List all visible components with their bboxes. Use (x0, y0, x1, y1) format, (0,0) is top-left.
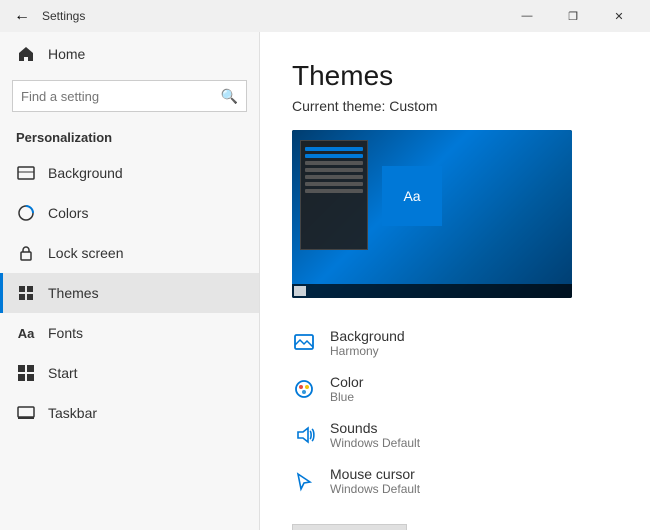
background-setting-label: Background (330, 328, 405, 344)
sidebar-label-themes: Themes (48, 285, 99, 301)
theme-preview: Aa (292, 130, 572, 298)
preview-bar-1 (305, 147, 363, 151)
preview-bar-7 (305, 189, 363, 193)
search-input[interactable] (21, 89, 215, 104)
sidebar-item-fonts[interactable]: Aa Fonts (0, 313, 259, 353)
color-setting-icon (292, 377, 316, 401)
sidebar-item-themes[interactable]: Themes (0, 273, 259, 313)
back-icon: ← (14, 7, 30, 25)
mousecursor-setting-icon (292, 469, 316, 493)
save-theme-button[interactable]: Save theme (292, 524, 407, 530)
sounds-setting-icon (292, 423, 316, 447)
sidebar: Home 🔍 Personalization Background Colors (0, 32, 260, 530)
setting-row-sounds[interactable]: Sounds Windows Default (292, 412, 618, 458)
setting-row-mousecursor[interactable]: Mouse cursor Windows Default (292, 458, 618, 504)
setting-text-background: Background Harmony (330, 328, 405, 358)
app-title: Settings (36, 9, 504, 23)
search-box[interactable]: 🔍 (12, 80, 247, 112)
preview-bar-4 (305, 168, 363, 172)
lockscreen-icon (16, 243, 36, 263)
sidebar-item-taskbar[interactable]: Taskbar (0, 393, 259, 433)
sidebar-section-label: Personalization (0, 124, 259, 153)
taskbar-icon (16, 403, 36, 423)
minimize-button[interactable]: — (504, 0, 550, 32)
title-bar: ← Settings — ❐ ✕ (0, 0, 650, 32)
preview-bars (301, 141, 367, 202)
sidebar-label-colors: Colors (48, 205, 88, 221)
sidebar-label-start: Start (48, 365, 78, 381)
preview-bar-3 (305, 161, 363, 165)
background-icon (16, 163, 36, 183)
sidebar-item-colors[interactable]: Colors (0, 193, 259, 233)
restore-button[interactable]: ❐ (550, 0, 596, 32)
sidebar-item-background[interactable]: Background (0, 153, 259, 193)
preview-bar-2 (305, 154, 363, 158)
sidebar-item-lockscreen[interactable]: Lock screen (0, 233, 259, 273)
back-button[interactable]: ← (8, 2, 36, 30)
setting-text-mousecursor: Mouse cursor Windows Default (330, 466, 420, 496)
window-controls: — ❐ ✕ (504, 0, 642, 32)
home-label: Home (48, 46, 85, 62)
sidebar-label-taskbar: Taskbar (48, 405, 97, 421)
colors-icon (16, 203, 36, 223)
preview-taskbar (292, 284, 572, 298)
sidebar-label-lockscreen: Lock screen (48, 245, 123, 261)
setting-row-background[interactable]: Background Harmony (292, 320, 618, 366)
preview-bar-5 (305, 175, 363, 179)
sidebar-label-background: Background (48, 165, 123, 181)
background-setting-icon (292, 331, 316, 355)
start-icon (16, 363, 36, 383)
color-setting-label: Color (330, 374, 363, 390)
sidebar-label-fonts: Fonts (48, 325, 83, 341)
search-icon: 🔍 (221, 88, 238, 105)
content-area: Themes Current theme: Custom (260, 32, 650, 530)
fonts-icon: Aa (16, 323, 36, 343)
preview-window-panel (300, 140, 368, 250)
background-setting-value: Harmony (330, 344, 405, 358)
setting-text-sounds: Sounds Windows Default (330, 420, 420, 450)
sounds-setting-value: Windows Default (330, 436, 420, 450)
app-body: Home 🔍 Personalization Background Colors (0, 32, 650, 530)
preview-tile-aa: Aa (382, 166, 442, 226)
setting-row-color[interactable]: Color Blue (292, 366, 618, 412)
close-button[interactable]: ✕ (596, 0, 642, 32)
setting-text-color: Color Blue (330, 374, 363, 404)
preview-bar-6 (305, 182, 363, 186)
mousecursor-setting-label: Mouse cursor (330, 466, 420, 482)
sounds-setting-label: Sounds (330, 420, 420, 436)
themes-icon (16, 283, 36, 303)
current-theme-label: Current theme: Custom (292, 98, 618, 114)
color-setting-value: Blue (330, 390, 363, 404)
sidebar-item-start[interactable]: Start (0, 353, 259, 393)
home-icon (16, 44, 36, 64)
preview-start-button (294, 286, 306, 296)
sidebar-item-home[interactable]: Home (0, 32, 259, 76)
preview-desktop: Aa (292, 130, 572, 298)
page-title: Themes (292, 60, 618, 92)
theme-settings: Background Harmony Color Blue (292, 320, 618, 504)
mousecursor-setting-value: Windows Default (330, 482, 420, 496)
